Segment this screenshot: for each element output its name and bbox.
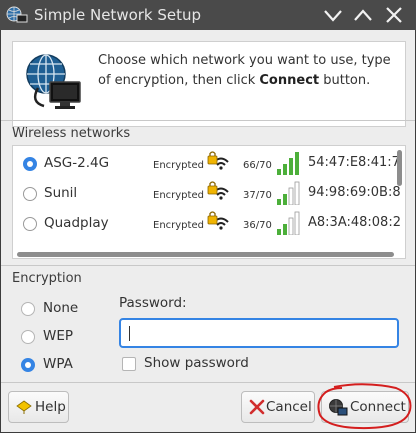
lock-wifi-icon: [207, 181, 229, 200]
signal-strength-icon: [277, 152, 299, 175]
network-quality: 37/70: [243, 190, 272, 201]
encryption-option-wpa[interactable]: WPA: [21, 356, 111, 376]
help-icon: [16, 400, 32, 414]
show-password-label: Show password: [144, 355, 249, 371]
lock-wifi-icon: [207, 211, 229, 230]
encryption-label: Encryption: [12, 271, 82, 286]
signal-strength-icon: [277, 211, 300, 235]
signal-strength-icon: [277, 181, 300, 205]
close-icon[interactable]: [383, 5, 405, 25]
show-password-checkbox[interactable]: Show password: [122, 355, 322, 375]
option-label: WEP: [43, 328, 74, 344]
network-ssid: Sunil: [44, 185, 78, 201]
wireless-networks-label: Wireless networks: [12, 126, 131, 141]
network-quality: 66/70: [243, 160, 272, 171]
intro-text-after: button.: [319, 73, 371, 88]
network-row[interactable]: ASG-2.4G Encrypted 66/70 54:47:E8:41:7: [13, 149, 400, 179]
radio-wpa[interactable]: [21, 358, 35, 372]
network-icon: [26, 54, 81, 109]
window-title: Simple Network Setup: [34, 6, 202, 24]
intro-panel: Choose which network you want to use, ty…: [12, 41, 406, 127]
vertical-scrollbar[interactable]: [397, 150, 402, 186]
network-radio[interactable]: [23, 217, 37, 231]
network-encryption: Encrypted: [153, 160, 204, 171]
network-ssid: Quadplay: [44, 215, 109, 231]
intro-text: Choose which network you want to use, ty…: [98, 51, 398, 91]
lock-wifi-icon: [207, 151, 229, 170]
cancel-icon: [249, 399, 265, 415]
radio-wep[interactable]: [21, 330, 35, 344]
network-radio[interactable]: [23, 157, 37, 171]
option-label: None: [43, 300, 79, 316]
network-mac: A8:3A:48:08:2: [308, 215, 401, 230]
divider: [1, 120, 415, 121]
encryption-option-wep[interactable]: WEP: [21, 328, 111, 348]
network-radio[interactable]: [23, 187, 37, 201]
network-ssid: ASG-2.4G: [44, 155, 110, 171]
cancel-button[interactable]: Cancel: [241, 391, 315, 423]
wireless-networks-list[interactable]: ASG-2.4G Encrypted 66/70 54:47:E8:41:7 S…: [12, 145, 406, 259]
text-caret: [129, 326, 130, 341]
divider: [1, 265, 415, 266]
horizontal-scrollbar[interactable]: [17, 252, 394, 257]
chevron-down-icon[interactable]: [322, 5, 344, 25]
network-encryption: Encrypted: [153, 190, 204, 201]
help-button[interactable]: Help: [8, 391, 69, 423]
network-row[interactable]: Quadplay Encrypted 36/70 A8:3A:48:08:2: [13, 209, 401, 239]
network-mac: 94:98:69:0B:8: [308, 185, 401, 200]
checkbox[interactable]: [122, 357, 136, 371]
chevron-up-icon[interactable]: [352, 5, 374, 25]
help-label: Help: [35, 399, 66, 415]
radio-none[interactable]: [21, 302, 35, 316]
network-row[interactable]: Sunil Encrypted 37/70 94:98:69:0B:8: [13, 179, 401, 209]
password-input[interactable]: [119, 318, 399, 348]
password-label: Password:: [119, 295, 187, 311]
annotation-circle: [317, 383, 412, 430]
encryption-option-none[interactable]: None: [21, 300, 111, 320]
network-settings-icon: [6, 6, 28, 23]
dialog-body: Choose which network you want to use, ty…: [0, 30, 416, 433]
network-quality: 36/70: [243, 220, 272, 231]
cancel-label: Cancel: [266, 399, 312, 415]
title-bar: Simple Network Setup: [0, 0, 416, 30]
network-mac: 54:47:E8:41:7: [308, 155, 400, 170]
option-label: WPA: [43, 356, 73, 372]
network-encryption: Encrypted: [153, 220, 204, 231]
intro-text-bold: Connect: [259, 73, 320, 88]
